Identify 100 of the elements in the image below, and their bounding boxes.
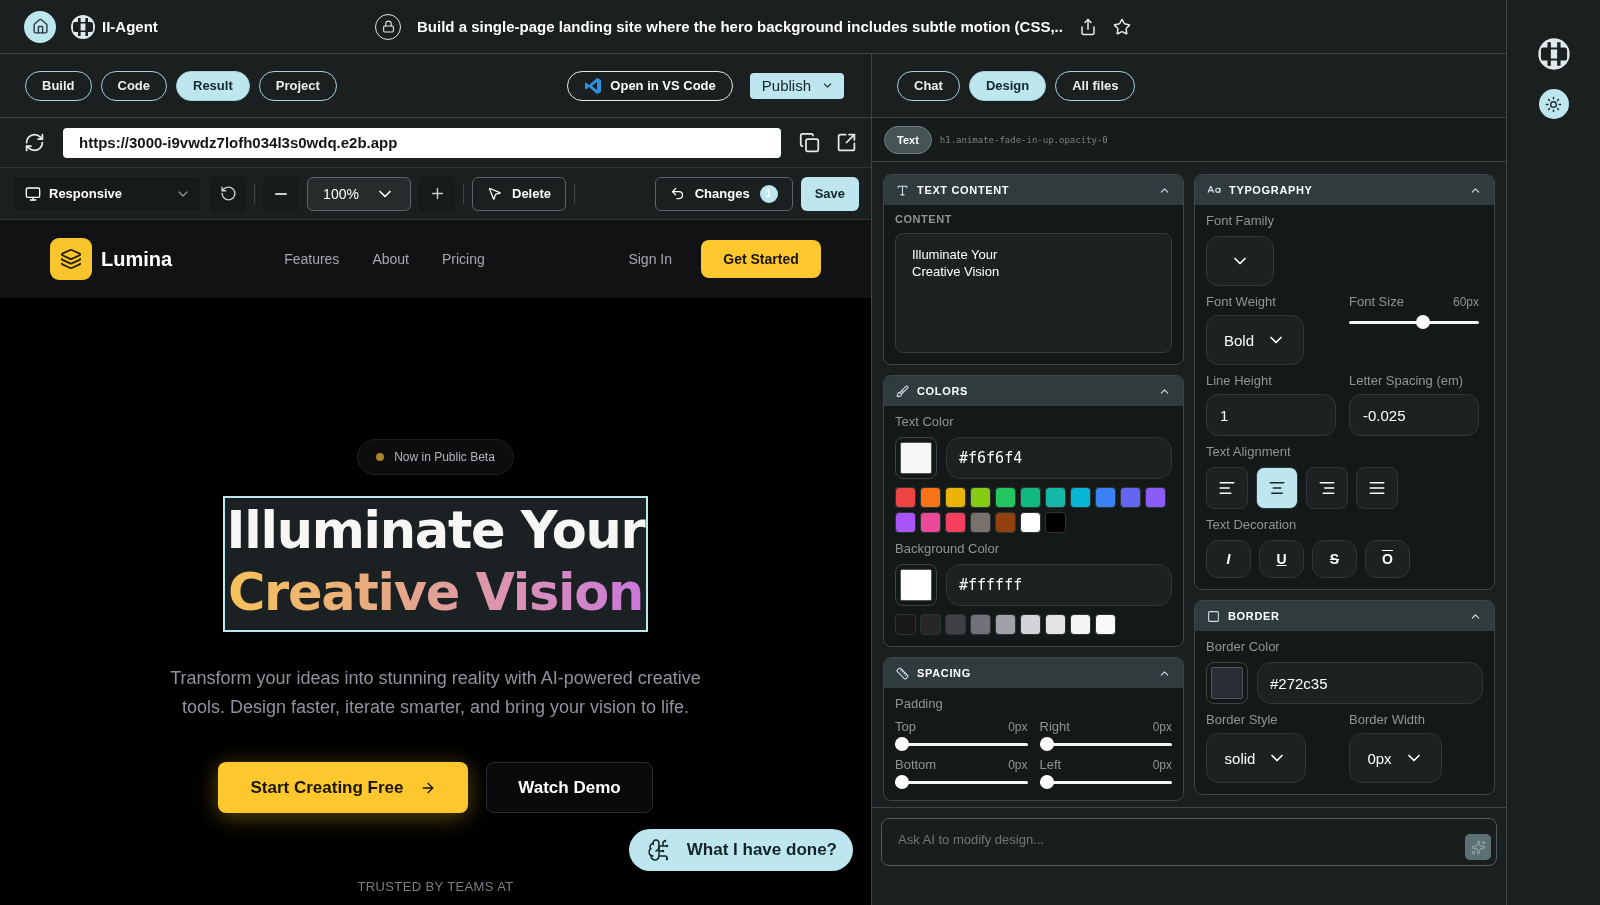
- color-swatch[interactable]: [1045, 614, 1066, 635]
- align-left-icon: [1218, 479, 1236, 497]
- reload-button[interactable]: [24, 132, 45, 153]
- color-swatch[interactable]: [970, 487, 991, 508]
- nav-link[interactable]: Pricing: [441, 251, 485, 267]
- content-text-area[interactable]: Illuminate Your Creative Vision: [895, 233, 1172, 353]
- color-swatch[interactable]: [1020, 614, 1041, 635]
- hex-color-field[interactable]: #f6f6f4: [946, 437, 1172, 479]
- color-swatch[interactable]: [1045, 512, 1066, 533]
- field-label: Border Style: [1206, 712, 1279, 727]
- delete-button[interactable]: Delete: [472, 176, 567, 211]
- view-tab[interactable]: Result: [176, 70, 250, 101]
- nav-link[interactable]: Features: [284, 251, 340, 267]
- color-swatch[interactable]: [1045, 487, 1066, 508]
- url-field[interactable]: https://3000-i9vwdz7lofh034l3s0wdq.e2b.app: [63, 127, 781, 158]
- sparkle-button[interactable]: [1465, 834, 1491, 860]
- slider-label: Right: [1039, 719, 1070, 734]
- panel-tab[interactable]: Design: [968, 70, 1047, 101]
- align-center-icon: [1268, 479, 1286, 497]
- padding-slider[interactable]: [895, 737, 1028, 751]
- font-weight-select[interactable]: Bold: [1206, 315, 1304, 365]
- color-swatch[interactable]: [920, 614, 941, 635]
- slider-thumb[interactable]: [1416, 315, 1431, 329]
- slider-thumb[interactable]: [1039, 775, 1054, 789]
- reload-icon: [24, 132, 45, 153]
- start-creating-button[interactable]: Start Creating Free: [218, 762, 468, 814]
- color-swatch[interactable]: [970, 614, 991, 635]
- home-button[interactable]: [24, 10, 56, 43]
- hex-color-field[interactable]: #272c35: [1257, 662, 1483, 704]
- zoom-select[interactable]: 100%: [307, 176, 411, 211]
- open-external-button[interactable]: [836, 132, 857, 153]
- color-swatch[interactable]: [995, 487, 1016, 508]
- text-decoration-button[interactable]: U: [1259, 540, 1304, 578]
- text-align-button[interactable]: [1206, 467, 1248, 509]
- device-select[interactable]: Responsive: [12, 175, 202, 212]
- border-width-select[interactable]: 0px: [1349, 733, 1442, 783]
- ai-prompt-field[interactable]: Ask AI to modify design...: [881, 818, 1497, 866]
- trusted-by-label: TRUSTED BY TEAMS AT: [357, 879, 514, 895]
- color-swatch[interactable]: [945, 512, 966, 533]
- text-align-button[interactable]: [1356, 467, 1398, 509]
- text-decoration-button[interactable]: S: [1312, 540, 1357, 578]
- pointer-icon: [487, 186, 502, 201]
- text-decoration-button[interactable]: I: [1206, 540, 1251, 578]
- share-button[interactable]: [1078, 17, 1097, 36]
- field-label: CONTENT: [895, 213, 953, 225]
- save-button[interactable]: Save: [800, 176, 859, 211]
- get-started-button[interactable]: Get Started: [701, 240, 821, 278]
- code-editor-logo-icon: [584, 76, 603, 95]
- watch-demo-button[interactable]: Watch Demo: [486, 762, 653, 814]
- panel-title: SPACING: [917, 667, 972, 679]
- color-swatch[interactable]: [920, 487, 941, 508]
- star-button[interactable]: [1112, 17, 1131, 36]
- padding-slider[interactable]: [1039, 737, 1172, 751]
- sign-in-link[interactable]: Sign In: [628, 251, 672, 267]
- hero-heading: Illuminate Your Creative Vision: [224, 498, 647, 631]
- color-swatch[interactable]: [1095, 487, 1116, 508]
- hex-color-field[interactable]: #ffffff: [946, 564, 1172, 606]
- slider-label: Top: [895, 719, 916, 734]
- color-swatch[interactable]: [895, 487, 916, 508]
- text-icon: [896, 183, 909, 197]
- line-height-field[interactable]: 1: [1206, 394, 1336, 436]
- color-swatch[interactable]: [895, 614, 916, 635]
- color-swatch[interactable]: [1070, 487, 1091, 508]
- color-swatch[interactable]: [1020, 512, 1041, 533]
- border-style-select[interactable]: solid: [1206, 733, 1306, 783]
- padding-slider[interactable]: [895, 775, 1028, 789]
- agent-logo-icon: [1536, 37, 1571, 71]
- home-icon: [31, 18, 49, 35]
- color-swatch[interactable]: [945, 487, 966, 508]
- slider-thumb[interactable]: [895, 737, 909, 751]
- field-label: Font Family: [1206, 213, 1275, 228]
- app-name: II-Agent: [102, 18, 158, 35]
- color-swatch[interactable]: [1070, 614, 1091, 635]
- text-align-button[interactable]: [1256, 467, 1298, 509]
- color-swatch[interactable]: [945, 614, 966, 635]
- color-swatch[interactable]: [1020, 487, 1041, 508]
- color-swatch[interactable]: [895, 512, 916, 533]
- publish-button[interactable]: Publish: [749, 72, 844, 99]
- slider-value: 0px: [1152, 757, 1172, 772]
- changes-button[interactable]: Changes 1: [654, 176, 793, 211]
- text-decoration-button[interactable]: O: [1365, 540, 1410, 578]
- letter-spacing-field[interactable]: -0.025: [1349, 394, 1479, 436]
- text-align-button[interactable]: [1306, 467, 1348, 509]
- slider-thumb[interactable]: [895, 775, 909, 789]
- nav-link[interactable]: About: [372, 251, 409, 267]
- copy-button[interactable]: [799, 132, 820, 153]
- color-swatch[interactable]: [995, 614, 1016, 635]
- color-swatch[interactable]: [1120, 487, 1141, 508]
- color-swatch[interactable]: [970, 512, 991, 533]
- padding-slider[interactable]: [1039, 775, 1172, 789]
- color-swatch[interactable]: [995, 512, 1016, 533]
- font-size-slider[interactable]: [1349, 315, 1479, 329]
- brush-icon: [896, 384, 909, 398]
- color-swatch[interactable]: [920, 512, 941, 533]
- color-swatch[interactable]: [1145, 487, 1166, 508]
- theme-toggle-button[interactable]: [1538, 89, 1569, 119]
- slider-thumb[interactable]: [1039, 737, 1054, 751]
- what-i-have-done-button[interactable]: What I have done?: [628, 829, 853, 871]
- color-swatch[interactable]: [1095, 614, 1116, 635]
- undo-button[interactable]: [210, 175, 246, 212]
